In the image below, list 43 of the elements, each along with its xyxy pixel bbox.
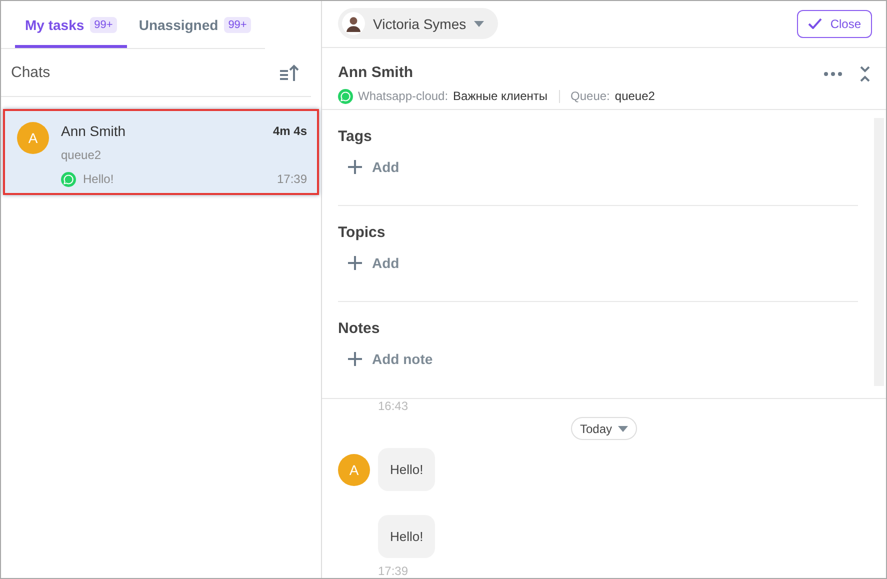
date-dropdown[interactable]: Today xyxy=(570,417,638,440)
queue-value: queue2 xyxy=(614,89,655,103)
more-icon[interactable] xyxy=(824,72,842,76)
person-silhouette-icon xyxy=(342,12,365,36)
queue-name: queue2 xyxy=(61,148,102,162)
section-title: Topics xyxy=(338,224,386,241)
contact-name: Ann Smith xyxy=(338,64,414,80)
whatsapp-icon xyxy=(61,172,76,186)
message-time: 17:39 xyxy=(378,564,410,578)
queue-label: Queue: xyxy=(570,89,610,103)
message-bubble: Hello! xyxy=(378,515,436,558)
contact-name: Ann Smith xyxy=(61,123,126,139)
channel-label: Whatsapp-cloud: xyxy=(358,89,448,103)
whatsapp-icon xyxy=(338,88,353,104)
add-button[interactable]: Add note xyxy=(338,351,443,367)
channel-value: Важные клиенты xyxy=(453,89,548,103)
checkmark-icon xyxy=(808,18,822,30)
plus-icon xyxy=(348,256,362,270)
last-message: Hello! xyxy=(83,172,114,186)
duration: 4m 4s xyxy=(272,124,307,138)
plus-icon xyxy=(348,160,362,174)
section-title: Tags xyxy=(338,128,373,145)
avatar: A xyxy=(17,122,49,154)
agent-selector[interactable]: Victoria Symes xyxy=(338,8,498,40)
sort-icon[interactable] xyxy=(279,64,299,82)
avatar: A xyxy=(338,454,370,486)
tab[interactable]: Unassigned 99+ xyxy=(128,1,261,48)
tab[interactable]: My tasks 99+ xyxy=(15,1,127,48)
chats-title: Chats xyxy=(11,64,50,81)
message-bubble: Hello! xyxy=(378,448,436,491)
count-badge: 99+ xyxy=(224,16,251,32)
plus-icon xyxy=(348,352,362,366)
caret-icon xyxy=(474,20,484,27)
message-time: 16:43 xyxy=(378,399,410,413)
collapse-icon[interactable] xyxy=(860,66,870,82)
section-title: Notes xyxy=(338,320,381,337)
add-button[interactable]: Add xyxy=(338,159,410,175)
close-button[interactable]: Close xyxy=(797,10,872,38)
add-button[interactable]: Add xyxy=(338,255,410,271)
chat-list-item[interactable]: A Ann Smith 4m 4s queue2 Hello! 17:39 xyxy=(3,109,319,195)
count-badge: 99+ xyxy=(90,16,117,32)
message-time: 17:39 xyxy=(276,172,307,186)
caret-icon xyxy=(618,426,628,432)
